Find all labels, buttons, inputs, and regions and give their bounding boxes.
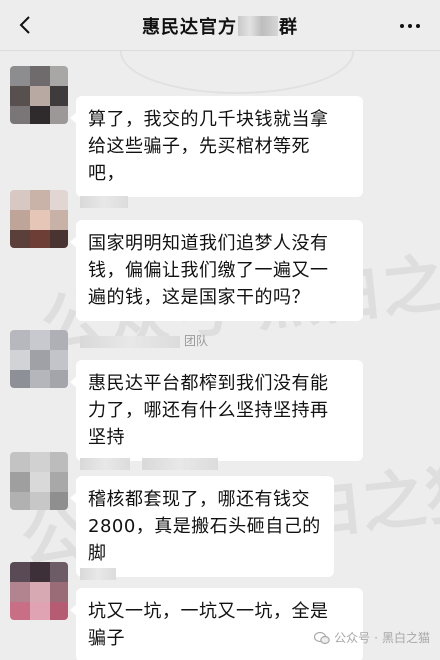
footer-separator: ·: [374, 630, 378, 645]
footer-credit: 公众号 · 黑白之猫: [314, 629, 430, 646]
redacted-title-part: [238, 16, 278, 36]
message-bubble[interactable]: 稽核都套现了，哪还有钱交 2800，真是搬石头砸自己的 脚: [70, 476, 334, 577]
footer-label: 公众号: [334, 631, 371, 645]
sender-name-redacted: [80, 568, 116, 580]
chat-title-prefix: 惠民达官方: [142, 17, 237, 38]
message-bubble[interactable]: 坑又一坑，一坑又一坑，全是 骗子: [70, 588, 363, 660]
avatar[interactable]: [10, 330, 68, 388]
avatar[interactable]: [10, 452, 68, 510]
avatar[interactable]: [10, 66, 68, 124]
message-bubble[interactable]: 算了，我交的几千块钱就当拿 给这些骗子，先买棺材等死 吧，: [70, 96, 363, 197]
chat-screen: 公众号·黑白之猫 公众号·黑白之猫 惠民达官方群 算了，我交的几千块钱就当拿 给: [0, 0, 440, 660]
avatar[interactable]: [10, 190, 68, 248]
sender-name-redacted: [80, 336, 180, 348]
chat-title: 惠民达官方 群: [0, 13, 440, 39]
sender-name-suffix: 团队: [184, 334, 209, 348]
message-bubble[interactable]: 国家明明知道我们追梦人没有 钱，偏偏让我们缴了一遍又一 遍的钱，这是国家干的吗？: [70, 220, 363, 321]
footer-account: 黑白之猫: [381, 631, 430, 645]
more-dots-icon[interactable]: [398, 14, 422, 38]
wechat-icon: [314, 631, 330, 644]
sender-name-redacted: [80, 458, 130, 470]
chat-title-suffix: 群: [279, 17, 298, 38]
sender-name-redacted: [80, 196, 128, 208]
chat-header: 惠民达官方 群: [0, 0, 440, 51]
message-bubble[interactable]: 惠民达平台都榨到我们没有能 力了，哪还有什么坚持坚持再 坚持: [70, 360, 363, 461]
sender-name-redacted: [142, 458, 218, 470]
avatar[interactable]: [10, 562, 68, 620]
